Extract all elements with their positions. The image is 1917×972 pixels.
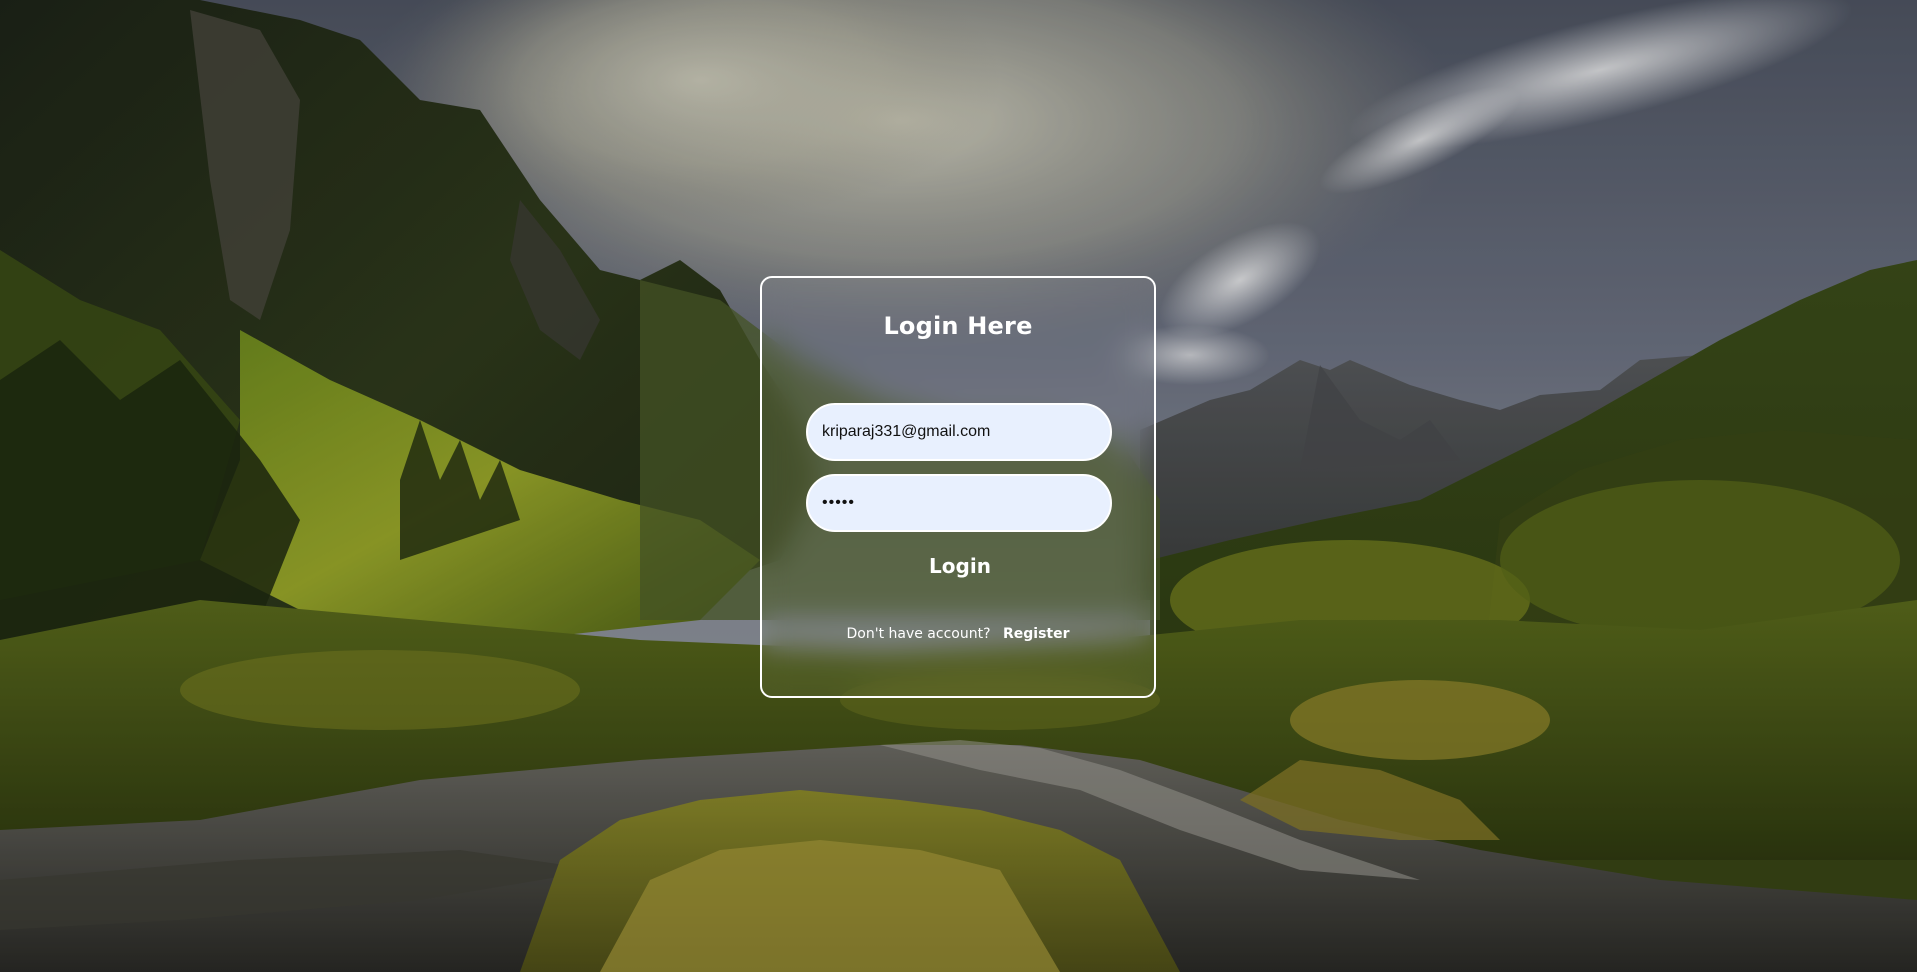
login-card: Login Here Login Don't have account? Reg…: [760, 276, 1156, 698]
register-prompt: Don't have account? Register: [762, 626, 1154, 642]
password-input[interactable]: [806, 474, 1112, 532]
no-account-text: Don't have account?: [846, 626, 991, 642]
email-input[interactable]: [806, 403, 1112, 461]
login-title: Login Here: [883, 312, 1033, 340]
register-link[interactable]: Register: [1003, 626, 1070, 642]
login-button[interactable]: Login: [910, 548, 1010, 584]
